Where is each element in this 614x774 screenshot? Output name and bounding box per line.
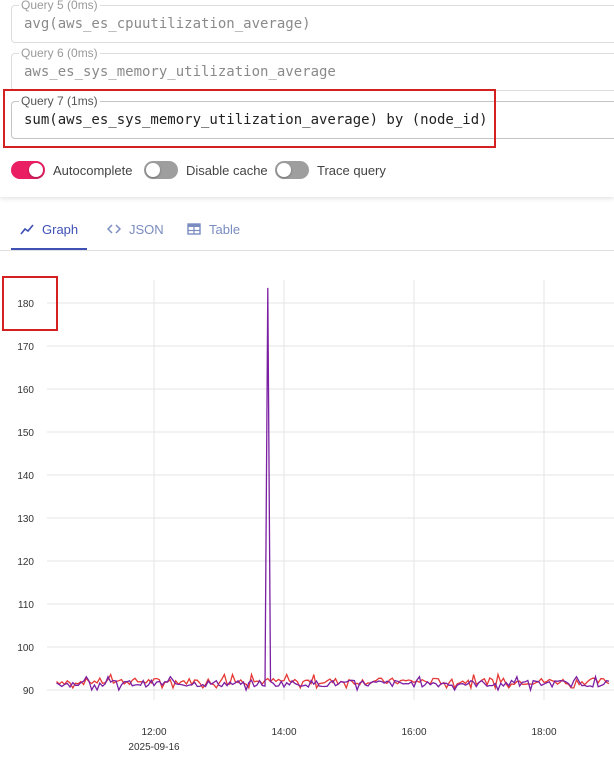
x-tick-label: 18:00 bbox=[531, 727, 556, 738]
query-5-expression[interactable]: avg(aws_es_cpuutilization_average) bbox=[24, 16, 311, 32]
y-tick-label: 120 bbox=[17, 557, 34, 568]
code-icon bbox=[107, 223, 121, 235]
trace-query-option[interactable]: Trace query bbox=[275, 161, 386, 179]
autocomplete-toggle[interactable] bbox=[11, 161, 45, 179]
y-tick-label: 110 bbox=[18, 600, 34, 611]
x-tick-label: 14:00 bbox=[271, 727, 296, 738]
y-tick-label: 170 bbox=[17, 342, 34, 353]
disable-cache-toggle[interactable] bbox=[144, 161, 178, 179]
graph-chart[interactable]: 90 100 110 120 130 140 150 160 170 180 12:00 14:00 1… bbox=[0, 250, 614, 774]
series-line-2[interactable] bbox=[56, 287, 610, 693]
disable-cache-option[interactable]: Disable cache bbox=[144, 161, 268, 179]
autocomplete-label: Autocomplete bbox=[53, 162, 133, 178]
tab-table[interactable]: Table bbox=[187, 210, 240, 248]
y-tick-label: 100 bbox=[17, 643, 34, 654]
query-6-field[interactable]: Query 6 (0ms) aws_es_sys_memory_utilizat… bbox=[11, 46, 614, 91]
query-6-label: Query 6 (0ms) bbox=[19, 46, 100, 60]
y-tick-label: 150 bbox=[17, 428, 34, 439]
trace-query-label: Trace query bbox=[317, 162, 386, 178]
y-tick-label: 130 bbox=[17, 514, 34, 525]
table-icon bbox=[187, 223, 201, 235]
query-7-field[interactable]: Query 7 (1ms) sum(aws_es_sys_memory_util… bbox=[11, 94, 614, 139]
x-tick-label: 12:00 bbox=[141, 727, 166, 738]
y-tick-label: 180 bbox=[17, 299, 34, 310]
tab-graph[interactable]: Graph bbox=[11, 210, 88, 250]
y-tick-label: 160 bbox=[17, 385, 34, 396]
tab-json[interactable]: JSON bbox=[107, 210, 164, 248]
query-panel: Query 5 (0ms) avg(aws_es_cpuutilization_… bbox=[0, 0, 614, 197]
query-5-field[interactable]: Query 5 (0ms) avg(aws_es_cpuutilization_… bbox=[11, 0, 614, 43]
line-chart-icon bbox=[20, 223, 34, 235]
y-tick-label: 140 bbox=[17, 471, 34, 482]
y-tick-label: 90 bbox=[23, 686, 35, 697]
trace-query-toggle[interactable] bbox=[275, 161, 309, 179]
disable-cache-label: Disable cache bbox=[186, 162, 268, 178]
query-7-label: Query 7 (1ms) bbox=[19, 94, 100, 108]
x-date-label: 2025-09-16 bbox=[128, 742, 180, 753]
tab-table-label: Table bbox=[209, 221, 241, 237]
result-tabs: Graph JSON Table bbox=[0, 210, 614, 251]
tab-json-label: JSON bbox=[129, 221, 164, 237]
autocomplete-option[interactable]: Autocomplete bbox=[11, 161, 133, 179]
tab-graph-label: Graph bbox=[42, 221, 79, 237]
x-tick-label: 16:00 bbox=[401, 727, 426, 738]
query-6-expression[interactable]: aws_es_sys_memory_utilization_average bbox=[24, 64, 336, 80]
query-5-label: Query 5 (0ms) bbox=[19, 0, 100, 12]
query-7-expression[interactable]: sum(aws_es_sys_memory_utilization_averag… bbox=[24, 112, 488, 128]
